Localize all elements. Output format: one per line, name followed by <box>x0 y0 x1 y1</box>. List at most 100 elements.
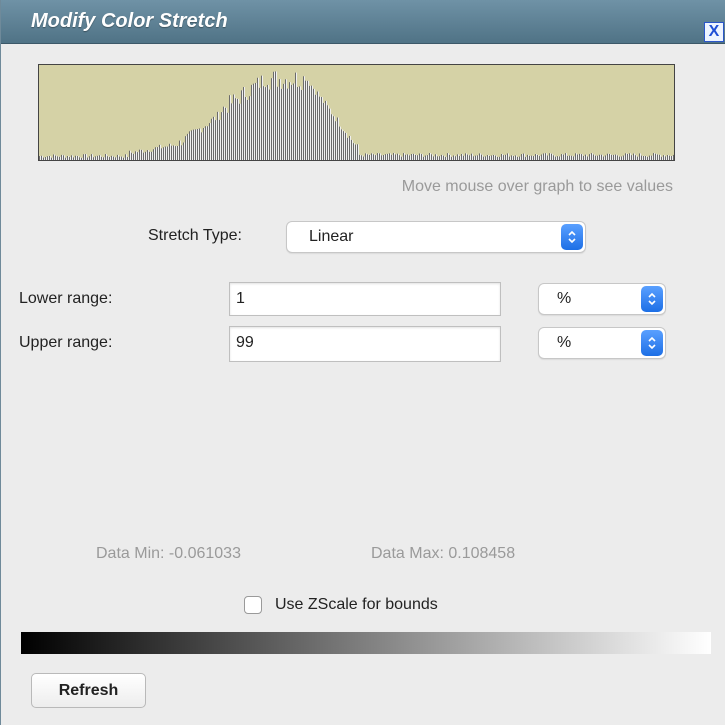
histogram-bar <box>549 153 551 160</box>
histogram-bar <box>505 154 507 160</box>
histogram-bar <box>607 153 609 160</box>
zscale-label[interactable]: Use ZScale for bounds <box>275 596 438 614</box>
histogram-bar <box>159 144 161 160</box>
histogram-bar <box>243 87 245 160</box>
histogram-bar <box>305 80 307 160</box>
histogram-bar <box>353 143 355 160</box>
close-button[interactable]: X <box>704 22 724 42</box>
histogram-bar <box>279 79 281 160</box>
histogram-bar <box>211 118 213 160</box>
stretch-type-select[interactable]: Linear <box>286 221 586 253</box>
histogram-bar <box>295 72 297 160</box>
histogram-bar <box>541 154 543 160</box>
histogram-bar <box>525 156 527 160</box>
histogram-bar <box>221 112 223 160</box>
histogram-bar <box>99 155 101 160</box>
histogram-bar <box>173 145 175 160</box>
upper-range-unit-select[interactable]: % <box>538 327 666 359</box>
histogram-bar <box>281 88 283 160</box>
histogram-bar <box>387 153 389 160</box>
histogram-bar <box>515 155 517 160</box>
upper-range-input[interactable]: 99 <box>229 326 501 362</box>
histogram-bar <box>57 156 59 160</box>
histogram-bar <box>533 156 535 160</box>
histogram-bar <box>627 153 629 160</box>
histogram-bar <box>643 156 645 160</box>
histogram-bar <box>667 155 669 160</box>
zscale-checkbox[interactable] <box>244 596 262 614</box>
histogram-bar <box>123 157 125 160</box>
histogram-bar <box>89 156 91 160</box>
histogram-bar <box>621 156 623 160</box>
stretch-type-value: Linear <box>309 228 354 245</box>
histogram-bar <box>493 154 495 160</box>
histogram-bar <box>665 156 667 160</box>
histogram-bar <box>105 154 107 160</box>
histogram-bar <box>637 156 639 160</box>
histogram-bar <box>551 153 553 160</box>
lower-range-unit-select[interactable]: % <box>538 283 666 315</box>
histogram-bar <box>527 154 529 160</box>
histogram-bar <box>593 154 595 160</box>
histogram-bar <box>599 154 601 160</box>
histogram-bar <box>165 146 167 160</box>
histogram-bar <box>355 144 357 160</box>
histogram-bar <box>237 98 239 160</box>
dialog-titlebar[interactable]: Modify Color Stretch X <box>1 0 725 44</box>
histogram-bar <box>273 71 275 160</box>
histogram-bar <box>47 156 49 160</box>
stretch-type-label: Stretch Type: <box>148 227 242 244</box>
histogram-bar <box>491 155 493 160</box>
histogram-bar <box>151 151 153 160</box>
histogram-bar <box>485 156 487 160</box>
lower-range-input[interactable]: 1 <box>229 282 501 316</box>
histogram-bar <box>179 140 181 160</box>
histogram-bar <box>131 152 133 160</box>
histogram-bar <box>591 153 593 160</box>
histogram-bar <box>373 154 375 160</box>
histogram-bar <box>579 153 581 160</box>
histogram-bar <box>447 153 449 160</box>
histogram-bar <box>609 154 611 160</box>
histogram-bar <box>187 133 189 160</box>
histogram-bar <box>91 154 93 160</box>
histogram-bar <box>585 154 587 160</box>
histogram-bar <box>129 150 131 160</box>
histogram-bar <box>51 157 53 160</box>
histogram-bar <box>367 154 369 160</box>
histogram-bar <box>337 117 339 160</box>
histogram-bar <box>297 86 299 160</box>
histogram-bar <box>277 86 279 160</box>
histogram-bar <box>349 135 351 160</box>
histogram-bar <box>53 154 55 160</box>
histogram-bar <box>595 155 597 160</box>
refresh-button[interactable]: Refresh <box>31 673 146 708</box>
histogram-bar <box>145 151 147 160</box>
histogram-bar <box>657 154 659 160</box>
histogram-bar <box>611 154 613 160</box>
color-gradient-bar <box>21 632 711 654</box>
histogram-bar <box>639 153 641 160</box>
histogram-bar <box>81 157 83 160</box>
histogram-bar <box>59 156 61 160</box>
histogram-bar <box>215 120 217 160</box>
histogram-bar <box>441 154 443 160</box>
histogram-bar <box>311 85 313 160</box>
histogram-bar <box>181 145 183 160</box>
histogram-bar <box>571 155 573 160</box>
histogram-bar <box>439 156 441 160</box>
histogram-bar <box>559 156 561 160</box>
histogram-bar <box>455 156 457 160</box>
histogram-bar <box>547 155 549 160</box>
histogram-bar <box>41 155 43 160</box>
histogram-bar <box>423 156 425 160</box>
histogram-bar <box>357 144 359 160</box>
dialog-title: Modify Color Stretch <box>31 10 228 32</box>
histogram-bar <box>113 156 115 160</box>
histogram-graph[interactable] <box>38 64 675 161</box>
histogram-bar <box>203 127 205 160</box>
histogram-bar <box>521 154 523 160</box>
histogram-bar <box>437 156 439 160</box>
histogram-bar <box>283 83 285 160</box>
histogram-bar <box>469 155 471 160</box>
